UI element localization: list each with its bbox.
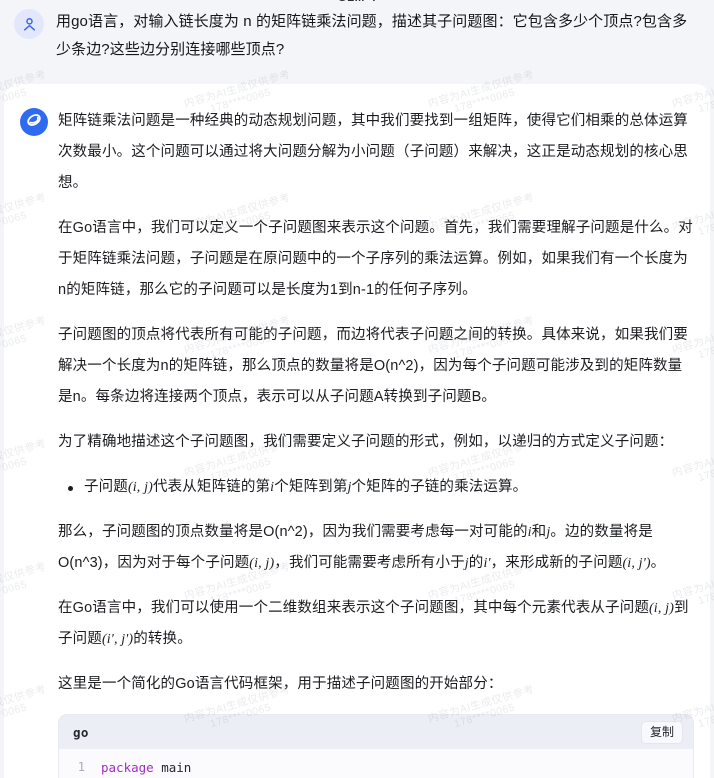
code-token: main	[161, 760, 192, 775]
code-token: package	[101, 760, 162, 775]
code-block-header: go 复制	[59, 715, 693, 749]
assistant-paragraph: 子问题图的顶点将代表所有可能的子问题，而边将代表子问题之间的转换。具体来说，如果…	[58, 327, 688, 405]
text-part: 的	[468, 555, 484, 571]
assistant-paragraph: 矩阵链乘法问题是一种经典的动态规划问题，其中我们要找到一组矩阵，使得它们相乘的总…	[58, 113, 688, 191]
italic-ij: (i, j)	[249, 556, 275, 571]
assistant-paragraph: 在Go语言中，我们可以定义一个子问题图来表示这个问题。首先，我们需要理解子问题是…	[58, 220, 693, 298]
code-block: go 复制 1package main23import (4 "fmt"5)67…	[58, 714, 694, 778]
assistant-response-card: 矩阵链乘法问题是一种经典的动态规划问题，其中我们要找到一组矩阵，使得它们相乘的总…	[4, 84, 710, 778]
assistant-logo-icon	[24, 110, 44, 135]
user-avatar	[14, 9, 44, 39]
text-part: 那么，子问题图的顶点数量将是O(n^2)，因为我们需要考虑每一对可能的	[58, 524, 528, 540]
user-person-icon	[21, 16, 38, 33]
code-line-number: 1	[77, 760, 85, 774]
code-line-content: package main	[101, 758, 191, 778]
bullet-mid2: 个矩阵到第	[274, 479, 348, 495]
copy-code-button[interactable]: 复制	[640, 720, 683, 744]
subproblem-definition-list: 子问题(i, j)代表从矩阵链的第i个矩阵到第j个矩阵的子链的乘法运算。	[58, 472, 694, 503]
assistant-message-body: 矩阵链乘法问题是一种经典的动态规划问题，其中我们要找到一组矩阵，使得它们相乘的总…	[58, 106, 694, 778]
text-part: 。	[650, 555, 666, 571]
text-part: ，我们可能需要考虑所有小于	[274, 555, 465, 571]
list-item: 子问题(i, j)代表从矩阵链的第i个矩阵到第j个矩阵的子链的乘法运算。	[58, 472, 694, 503]
text-part: 和	[531, 524, 547, 540]
text-part: ，来形成新的子问题	[490, 555, 623, 571]
italic-ij: (i, j)	[649, 601, 675, 616]
assistant-avatar	[20, 108, 48, 136]
assistant-paragraph-array: 在Go语言中，我们可以使用一个二维数组来表示这个子问题图，其中每个元素代表从子问…	[58, 593, 694, 655]
code-block-body[interactable]: 1package main23import (4 "fmt"5)67// 矩阵结…	[59, 749, 693, 778]
text-part: 的转换。	[133, 631, 192, 647]
code-language-label: go	[73, 724, 89, 740]
assistant-paragraph-code-intro: 这里是一个简化的Go语言代码框架，用于描述子问题图的开始部分：	[58, 676, 503, 692]
bullet-prefix: 子问题	[84, 479, 128, 495]
bullet-italic-ij: (i, j)	[127, 480, 153, 495]
user-message-text: 用go语言，对输入链长度为 n 的矩阵链乘法问题，描述其子问题图：它包含多少个顶…	[56, 13, 688, 58]
text-part: 在Go语言中，我们可以使用一个二维数组来表示这个子问题图，其中每个元素代表从子问…	[58, 600, 649, 616]
italic-ij-prime: (i, j')	[622, 556, 651, 571]
assistant-paragraph: 为了精确地描述这个子问题图，我们需要定义子问题的形式，例如，以递归的方式定义子问…	[58, 434, 674, 450]
italic-ij-prime: (i', j')	[101, 632, 134, 647]
bullet-suffix: 个矩阵的子链的乘法运算。	[351, 479, 528, 495]
code-line: 1 package main	[59, 758, 693, 778]
user-message-turn: 用go语言，对输入链长度为 n 的矩阵链乘法问题，描述其子问题图：它包含多少个顶…	[0, 0, 714, 64]
italic-i-prime: i'	[483, 556, 491, 571]
assistant-paragraph-complexity: 那么，子问题图的顶点数量将是O(n^2)，因为我们需要考虑每一对可能的i和j。边…	[58, 517, 694, 579]
bullet-mid: 代表从矩阵链的第	[152, 479, 271, 495]
chat-page: GLM-4 用go语言，对输入链长度为 n 的矩阵链乘法问题，描述其子问题图：它…	[0, 0, 714, 778]
